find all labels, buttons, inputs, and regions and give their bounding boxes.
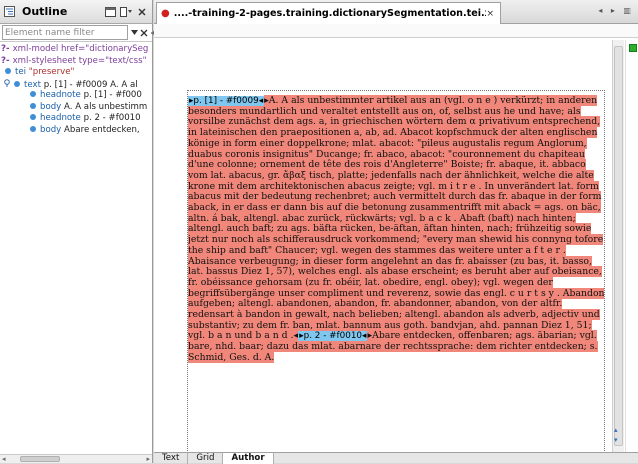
filter-row — [0, 24, 161, 42]
document-content[interactable]: ▸p. [1] - #f0009◂▸A. A als unbestimmter … — [188, 95, 605, 364]
filter-dropdown-icon[interactable] — [131, 27, 138, 39]
tab-author-mode[interactable]: Author — [223, 453, 274, 464]
outline-view: Outline ?-xml-model href="dictionarySeg … — [0, 0, 161, 463]
tree-item-pi[interactable]: ?- xml-model href="dictionarySeg — [0, 44, 152, 56]
body-text-1: A. A als unbestimmter artikel aus an (vg… — [188, 95, 605, 342]
scroll-right-icon[interactable]: ▸ — [146, 455, 150, 463]
close-tab-icon[interactable]: × — [486, 9, 494, 19]
outline-tree: ?- xml-model href="dictionarySeg ?- xml-st… — [0, 42, 152, 136]
element-bullet-icon — [30, 91, 36, 97]
scrollbar-thumb[interactable] — [614, 46, 623, 446]
tree-item-tei[interactable]: tei "preserve" — [0, 67, 152, 79]
element-bullet-icon — [30, 102, 36, 109]
processing-instruction-icon: ?- — [1, 55, 10, 66]
element-bullet-icon — [5, 68, 11, 74]
element-bullet-icon — [14, 80, 20, 87]
close-icon[interactable] — [136, 6, 148, 18]
scroll-left-icon[interactable]: ◂ — [2, 455, 6, 463]
editor-mode-tabs: Text Grid Author — [154, 452, 638, 464]
tree-item-pi[interactable]: ?- xml-stylesheet type="text/css" — [0, 56, 152, 68]
outline-header: Outline — [0, 0, 152, 24]
headnote-tag-2[interactable]: ▸p. 2 - #f0010◂ — [298, 331, 368, 342]
document-tab-title: ....-training-2-pages.training.dictionar… — [173, 8, 487, 19]
scrollbar-thumb[interactable] — [20, 456, 60, 462]
tab-grid-mode[interactable]: Grid — [188, 453, 224, 464]
tree-item-body[interactable]: body A. A als unbestimm — [0, 102, 152, 114]
tab-text-mode[interactable]: Text — [154, 453, 189, 464]
clear-filter-icon[interactable] — [140, 27, 148, 39]
element-bullet-icon — [30, 125, 36, 132]
outline-icon — [3, 6, 15, 18]
tag-end-icon: ◂ — [258, 96, 264, 106]
scroll-up-icon[interactable]: ▴ — [614, 426, 618, 434]
processing-instruction-icon: ?- — [1, 44, 10, 54]
tree-item-body[interactable]: body Abare entdecken, — [0, 125, 152, 137]
tree-item-text[interactable]: text p. [1] - #f0009 A. A al — [0, 78, 152, 91]
document-tab[interactable]: ● ....-training-2-pages.training.diction… — [156, 2, 501, 24]
tree-item-headnote[interactable]: headnote p. [1] - #f000 — [0, 90, 152, 102]
error-stripe — [625, 40, 638, 452]
tab-navigation-icons[interactable]: ◂ ▸ ▥ — [598, 6, 634, 15]
element-name-filter-input[interactable] — [2, 25, 128, 40]
element-bullet-icon — [30, 114, 36, 120]
editor-tab-bar: ● ....-training-2-pages.training.diction… — [154, 0, 638, 24]
modified-indicator-icon: ● — [161, 8, 170, 19]
collapse-toggle-icon[interactable] — [4, 78, 12, 91]
minimize-icon[interactable] — [104, 6, 116, 18]
editor-breadcrumb-strip — [154, 24, 638, 38]
scroll-down-icon[interactable]: ▾ — [614, 436, 618, 444]
editor-vertical-scrollbar[interactable]: ▴ ▾ — [612, 40, 624, 452]
author-page[interactable]: ▸p. [1] - #f0009◂▸A. A als unbestimmter … — [187, 90, 605, 455]
headnote-tag-1[interactable]: ▸p. [1] - #f0009◂ — [188, 96, 265, 106]
validation-ok-icon[interactable] — [629, 44, 637, 52]
tree-item-headnote[interactable]: headnote p. 2 - #f0010 — [0, 113, 152, 125]
outline-title: Outline — [22, 5, 68, 18]
tag-end-icon: ◂ — [362, 331, 367, 342]
view-menu-icon[interactable] — [120, 6, 132, 18]
outline-horizontal-scrollbar[interactable]: ◂ ▸ — [0, 454, 152, 463]
